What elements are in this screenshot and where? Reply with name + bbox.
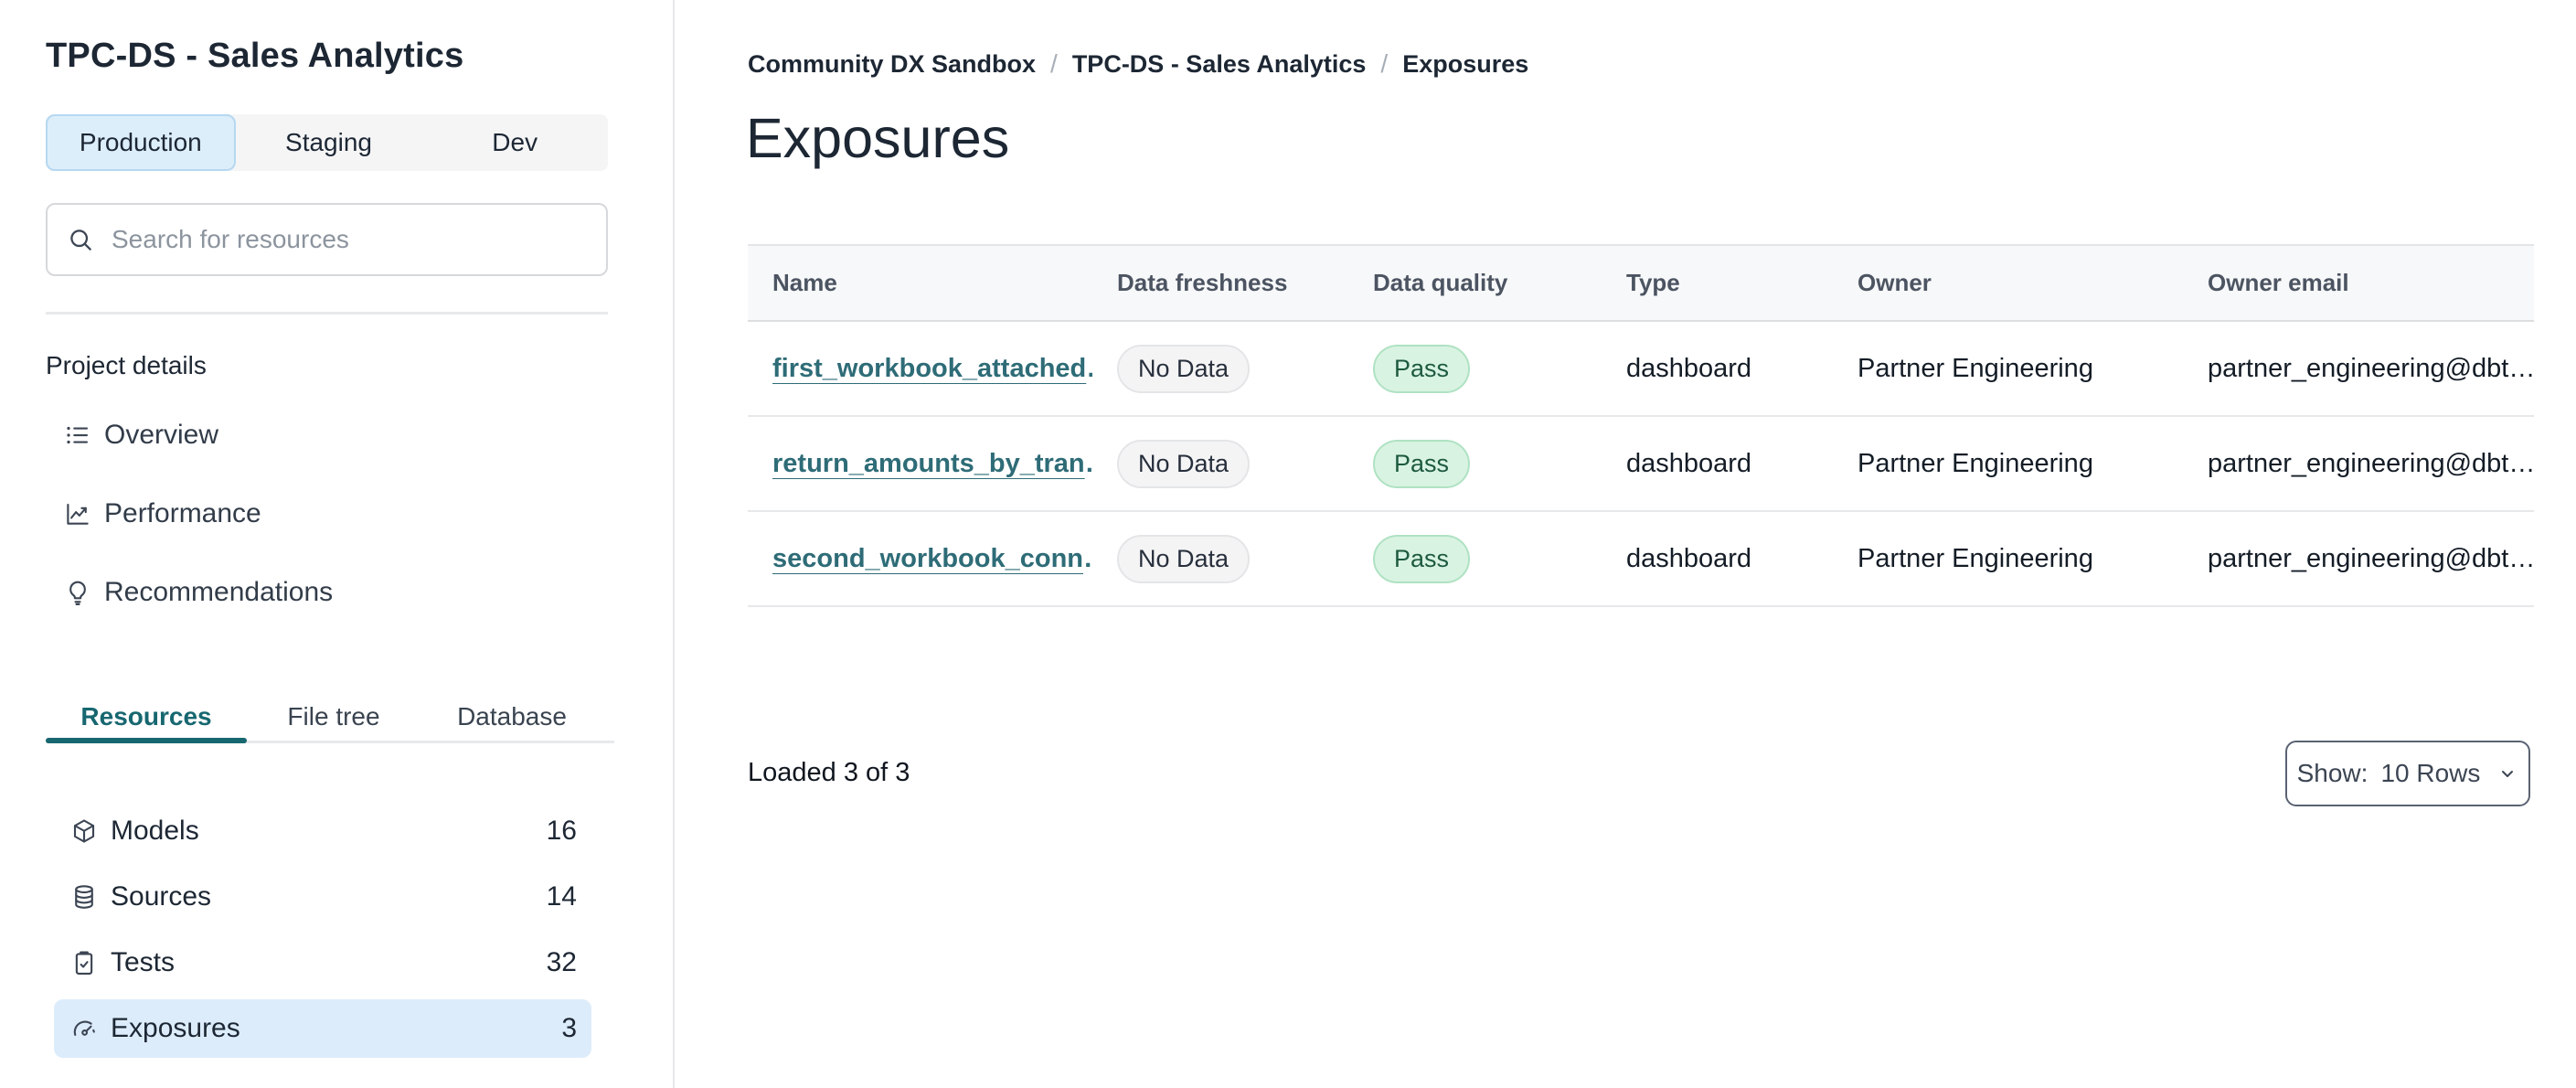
owner-email-cell: partner_engineering@dbt… — [2208, 543, 2534, 573]
sidebar-item-overview[interactable]: Overview — [46, 408, 608, 463]
environment-tabs: Production Staging Dev — [46, 114, 608, 171]
owner-cell: Partner Engineering — [1857, 353, 2093, 383]
table-header-row: Name Data freshness Data quality Type Ow… — [748, 244, 2534, 322]
clipboard-check-icon — [75, 951, 93, 975]
nav-item-label: Overview — [104, 420, 219, 450]
resource-tabs-active-indicator — [46, 738, 247, 743]
quality-badge: Pass — [1373, 344, 1471, 393]
sidebar-divider — [46, 312, 608, 315]
project-details-label: Project details — [46, 351, 207, 379]
freshness-badge: No Data — [1117, 344, 1251, 393]
tab-file-tree[interactable]: File tree — [247, 691, 420, 742]
sidebar-item-sources[interactable]: Sources 14 — [54, 868, 591, 926]
exposures-count: 3 — [561, 1013, 577, 1043]
col-header-data-quality: Data quality — [1373, 269, 1508, 296]
tab-staging[interactable]: Staging — [236, 114, 422, 171]
loaded-status: Loaded 3 of 3 — [748, 758, 910, 787]
table-row: second_workbook_conn… No Data Pass dashb… — [748, 512, 2534, 607]
database-icon — [75, 885, 93, 909]
models-count: 16 — [546, 816, 577, 846]
type-cell: dashboard — [1626, 543, 1752, 573]
project-nav: Overview Performance Recommendations — [46, 408, 608, 644]
sources-count: 14 — [546, 881, 577, 912]
col-header-type: Type — [1626, 269, 1680, 296]
tab-dev[interactable]: Dev — [421, 114, 608, 171]
main-content: Community DX Sandbox / TPC-DS - Sales An… — [675, 0, 2576, 1088]
col-header-owner-email: Owner email — [2208, 269, 2349, 296]
owner-email-cell: partner_engineering@dbt… — [2208, 448, 2534, 478]
owner-cell: Partner Engineering — [1857, 543, 2093, 573]
owner-cell: Partner Engineering — [1857, 448, 2093, 478]
chart-line-icon — [67, 503, 89, 525]
exposure-link[interactable]: return_amounts_by_tran… — [772, 449, 1092, 478]
cube-icon — [73, 819, 95, 843]
gauge-icon — [73, 1020, 95, 1036]
tab-production[interactable]: Production — [46, 114, 236, 171]
show-label: Show: — [2296, 759, 2368, 787]
col-header-data-freshness: Data freshness — [1117, 269, 1288, 296]
col-header-name: Name — [772, 269, 837, 296]
col-header-owner: Owner — [1857, 269, 1932, 296]
type-cell: dashboard — [1626, 353, 1752, 383]
sidebar-item-recommendations[interactable]: Recommendations — [46, 565, 608, 620]
tab-resources[interactable]: Resources — [46, 691, 247, 742]
exposures-table: Name Data freshness Data quality Type Ow… — [748, 244, 2534, 607]
sidebar-item-models[interactable]: Models 16 — [54, 802, 591, 860]
breadcrumb-account[interactable]: Community DX Sandbox — [748, 50, 1036, 79]
nav-item-label: Performance — [104, 498, 261, 528]
breadcrumb-project[interactable]: TPC-DS - Sales Analytics — [1072, 50, 1367, 79]
chevron-down-icon — [2502, 771, 2514, 777]
breadcrumb: Community DX Sandbox / TPC-DS - Sales An… — [748, 49, 1528, 79]
nav-item-label: Recommendations — [104, 577, 334, 607]
search-box[interactable] — [46, 203, 608, 276]
page-size-value: 10 Rows — [2380, 759, 2481, 787]
resource-view-tabs: Resources File tree Database — [46, 691, 614, 742]
quality-badge: Pass — [1373, 439, 1471, 488]
sidebar-item-exposures[interactable]: Exposures 3 — [54, 999, 591, 1058]
sidebar-item-performance[interactable]: Performance — [46, 486, 608, 541]
resource-list: Models 16 Sources 14 Tests 32 Exposures … — [54, 802, 591, 1088]
sidebar-item-partial[interactable] — [54, 1070, 591, 1088]
list-icon — [67, 426, 89, 444]
search-icon — [70, 229, 91, 251]
sidebar-item-tests[interactable]: Tests 32 — [54, 933, 591, 992]
type-cell: dashboard — [1626, 448, 1752, 478]
tests-count: 32 — [546, 947, 577, 977]
exposure-link[interactable]: second_workbook_conn… — [772, 544, 1092, 573]
freshness-badge: No Data — [1117, 439, 1251, 488]
page-size-dropdown[interactable]: Show: 10 Rows — [2285, 741, 2530, 806]
breadcrumb-separator: / — [1050, 49, 1058, 78]
sidebar: TPC-DS - Sales Analytics Production Stag… — [0, 0, 673, 1088]
owner-email-cell: partner_engineering@dbt… — [2208, 353, 2534, 383]
tab-database[interactable]: Database — [420, 691, 603, 742]
freshness-badge: No Data — [1117, 534, 1251, 583]
quality-badge: Pass — [1373, 534, 1471, 583]
table-row: first_workbook_attached… No Data Pass da… — [748, 322, 2534, 417]
breadcrumb-current: Exposures — [1402, 49, 1529, 78]
breadcrumb-separator: / — [1380, 49, 1389, 78]
exposure-link[interactable]: first_workbook_attached… — [772, 354, 1092, 383]
search-input[interactable] — [112, 225, 588, 254]
table-row: return_amounts_by_tran… No Data Pass das… — [748, 417, 2534, 512]
project-title: TPC-DS - Sales Analytics — [46, 37, 464, 75]
lightbulb-icon — [69, 581, 86, 605]
page-title: Exposures — [746, 107, 1010, 169]
